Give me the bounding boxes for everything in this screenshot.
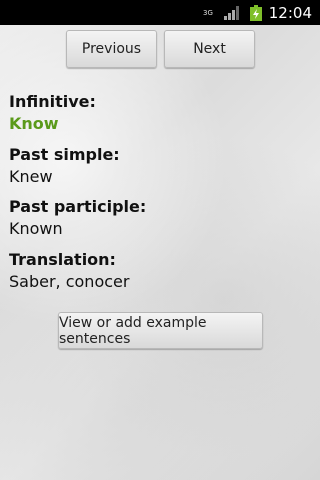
infinitive-value: Know: [9, 114, 59, 133]
battery-charging-icon: [250, 5, 262, 21]
translation-label: Translation:: [9, 250, 116, 269]
verb-card-screen: Previous Next Infinitive: Know Past simp…: [0, 25, 320, 480]
past-participle-value: Known: [9, 219, 63, 238]
translation-value: Saber, conocer: [9, 272, 130, 291]
status-bar: 3G 12:04: [0, 0, 320, 25]
network-type-label: 3G: [203, 9, 213, 17]
previous-button[interactable]: Previous: [66, 30, 157, 68]
past-simple-value: Knew: [9, 167, 53, 186]
example-sentences-button[interactable]: View or add example sentences: [58, 312, 263, 349]
network-3g-icon: 3G: [201, 6, 215, 20]
past-simple-label: Past simple:: [9, 145, 120, 164]
signal-icon: [224, 6, 239, 20]
next-button[interactable]: Next: [164, 30, 255, 68]
clock: 12:04: [268, 4, 312, 22]
infinitive-label: Infinitive:: [9, 92, 96, 111]
past-participle-label: Past participle:: [9, 197, 147, 216]
